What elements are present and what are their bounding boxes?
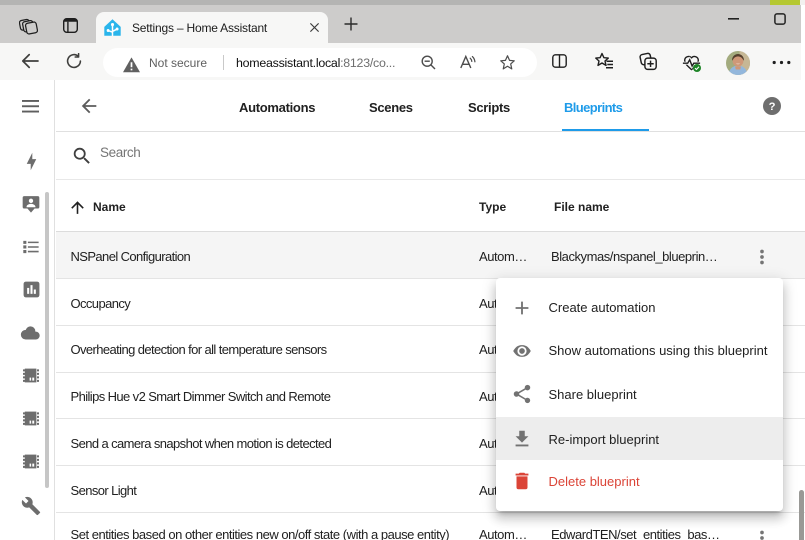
svg-text:?: ? [769, 101, 776, 113]
